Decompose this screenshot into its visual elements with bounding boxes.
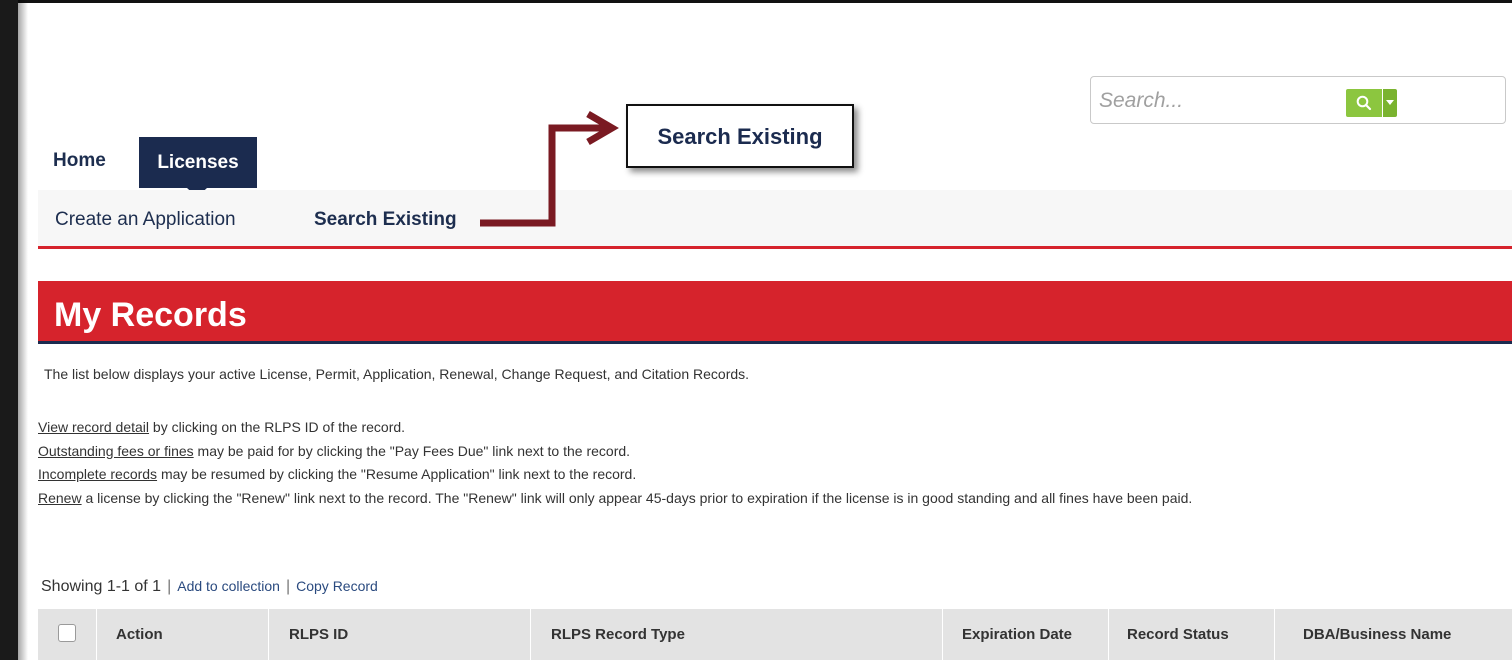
- column-divider: [96, 609, 97, 660]
- result-count: Showing 1-1 of 1: [41, 578, 162, 595]
- instruction-text: may be paid for by clicking the "Pay Fee…: [193, 442, 631, 459]
- global-search-box: [1090, 76, 1506, 124]
- instruction-text: may be resumed by clicking the "Resume A…: [157, 466, 637, 482]
- select-all-checkbox[interactable]: [58, 624, 76, 642]
- column-header-action[interactable]: Action: [116, 626, 163, 643]
- frame-left-border: [0, 0, 18, 660]
- subnav-create-application[interactable]: Create an Application: [55, 209, 236, 231]
- instruction-line: Renew a license by clicking the "Renew" …: [38, 487, 1488, 511]
- outstanding-fees-link[interactable]: Outstanding fees or fines: [38, 443, 194, 459]
- column-header-expiration-date[interactable]: Expiration Date: [962, 626, 1072, 643]
- frame-shadow: [18, 0, 28, 660]
- page-banner: [38, 281, 1512, 344]
- column-divider: [1108, 609, 1109, 660]
- instruction-line: Incomplete records may be resumed by cli…: [38, 463, 1488, 487]
- column-header-record-type[interactable]: RLPS Record Type: [551, 626, 685, 643]
- incomplete-records-link[interactable]: Incomplete records: [38, 466, 157, 482]
- list-toolbar: Showing 1-1 of 1 | Add to collection | Copy …: [41, 578, 378, 596]
- frame-top-border: [0, 0, 1512, 3]
- add-to-collection-link[interactable]: Add to collection: [177, 578, 280, 594]
- column-header-business-name[interactable]: DBA/Business Name: [1303, 626, 1451, 643]
- separator: |: [285, 578, 291, 595]
- search-button[interactable]: [1346, 89, 1382, 117]
- search-icon: [1356, 95, 1372, 111]
- view-record-detail-link[interactable]: View record detail: [38, 419, 149, 435]
- nav-tab-licenses[interactable]: Licenses: [139, 137, 257, 188]
- sub-navigation-bar: [38, 190, 1512, 249]
- search-options-button[interactable]: [1383, 89, 1397, 117]
- instruction-line: Outstanding fees or fines may be paid fo…: [38, 440, 1488, 464]
- page-title: My Records: [54, 296, 247, 334]
- renew-link[interactable]: Renew: [38, 490, 82, 506]
- instructions-block: View record detail by clicking on the RL…: [38, 416, 1488, 510]
- column-divider: [268, 609, 269, 660]
- instruction-text: a license by clicking the "Renew" link n…: [81, 489, 1193, 506]
- column-header-rlps-id[interactable]: RLPS ID: [289, 626, 348, 643]
- callout-arrow-icon: [480, 110, 619, 227]
- column-divider: [942, 609, 943, 660]
- column-divider: [1274, 609, 1275, 660]
- records-table-header: [38, 609, 1512, 660]
- copy-record-link[interactable]: Copy Record: [296, 578, 378, 594]
- nav-tab-home[interactable]: Home: [53, 150, 106, 172]
- subnav-search-existing[interactable]: Search Existing: [314, 209, 457, 231]
- column-header-record-status[interactable]: Record Status: [1127, 626, 1229, 643]
- instruction-text: by clicking on the RLPS ID of the record…: [149, 419, 406, 435]
- separator: |: [167, 578, 172, 595]
- instruction-line: View record detail by clicking on the RL…: [38, 416, 1488, 440]
- caret-down-icon: [1386, 100, 1394, 105]
- search-existing-callout: Search Existing: [626, 104, 854, 168]
- column-divider: [530, 609, 531, 660]
- records-description: The list below displays your active Lice…: [44, 366, 750, 382]
